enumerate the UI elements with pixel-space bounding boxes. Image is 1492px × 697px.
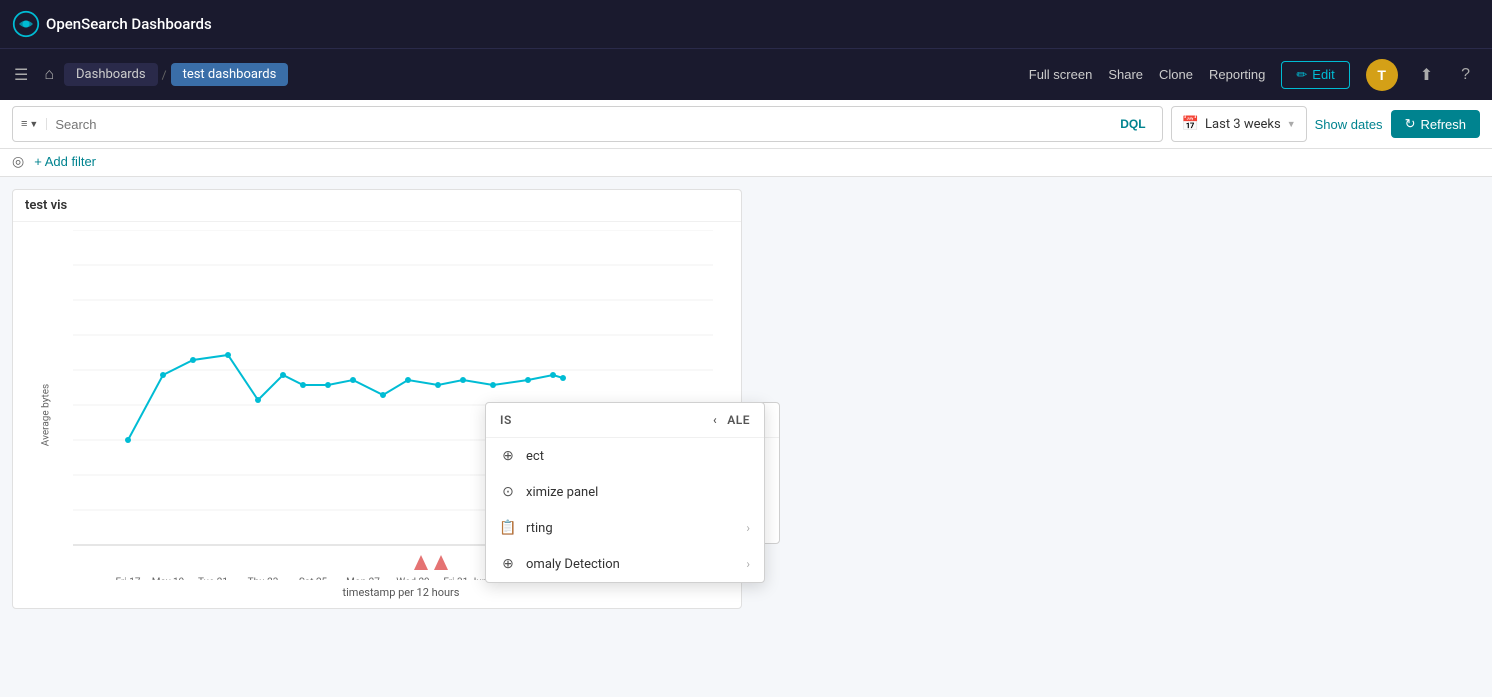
time-range-picker[interactable]: 📅 Last 3 weeks ▼ (1171, 106, 1307, 142)
refresh-button[interactable]: ↻ Refresh (1391, 110, 1480, 138)
time-range-label: Last 3 weeks (1205, 117, 1281, 132)
hamburger-icon: ☰ (14, 65, 28, 85)
panel-title: test vis (13, 190, 741, 222)
filter-options-button[interactable]: ◎ (12, 153, 24, 170)
calendar-icon: 📅 (1182, 116, 1199, 132)
main-content: test vis Average bytes (0, 177, 1492, 621)
refresh-icon: ↻ (1405, 116, 1416, 132)
breadcrumb-current[interactable]: test dashboards (171, 63, 289, 86)
chevron-down-icon: ▼ (29, 119, 38, 129)
context-menu-header-right: ‹ ALE (713, 413, 750, 427)
search-left: ≡ ▼ (21, 118, 47, 130)
context-menu-maximize[interactable]: ⊙ ximize panel (486, 474, 764, 510)
filter-icon: ≡ (21, 118, 27, 130)
share2-icon: ⬆ (1420, 65, 1433, 85)
context-menu-inspect[interactable]: ⊕ ect (486, 438, 764, 474)
share-button[interactable]: Share (1108, 67, 1143, 82)
svg-text:Fri 17: Fri 17 (116, 577, 141, 580)
add-filter-button[interactable]: + Add filter (30, 154, 96, 169)
svg-text:Tue 21: Tue 21 (198, 577, 228, 580)
home-icon: ⌂ (44, 66, 54, 84)
secondary-nav-bar: ☰ ⌂ Dashboards / test dashboards Full sc… (0, 48, 1492, 100)
context-menu-header: IS ‹ ALE (486, 403, 764, 438)
full-screen-button[interactable]: Full screen (1029, 67, 1093, 82)
search-input[interactable] (47, 117, 1112, 132)
nav-actions: Full screen Share Clone Reporting ✏ Edit… (1029, 59, 1476, 91)
filter-ring-icon: ◎ (12, 153, 24, 169)
svg-text:Wed 29: Wed 29 (396, 577, 429, 580)
reporting-menu-label: rting (526, 521, 736, 536)
context-menu-header-left: IS (500, 413, 512, 427)
top-nav-bar: OpenSearch Dashboards (0, 0, 1492, 48)
clone-button[interactable]: Clone (1159, 67, 1193, 82)
y-axis-label: Average bytes (41, 383, 52, 445)
avatar-button[interactable]: T (1366, 59, 1398, 91)
svg-text:Sat 25: Sat 25 (299, 577, 328, 580)
maximize-icon: ⊙ (500, 484, 516, 500)
context-menu: IS ‹ ALE ⊕ ect ⊙ ximize panel 📋 rting › … (485, 402, 765, 583)
help-icon-button[interactable]: ? (1455, 60, 1476, 90)
breadcrumb: Dashboards / test dashboards (64, 63, 1025, 86)
breadcrumb-separator: / (162, 68, 167, 82)
svg-text:Thu 23: Thu 23 (248, 577, 279, 580)
app-name: OpenSearch Dashboards (46, 15, 212, 33)
home-icon-button[interactable]: ⌂ (38, 60, 60, 90)
search-type-dropdown[interactable]: ≡ ▼ (21, 118, 38, 130)
dql-button[interactable]: DQL (1112, 117, 1153, 131)
x-axis-label: timestamp per 12 hours (73, 586, 729, 599)
reporting-arrow-icon: › (746, 521, 750, 535)
add-filter-row: ◎ + Add filter (0, 149, 1492, 177)
reporting-menu-icon: 📋 (500, 520, 516, 536)
svg-text:May 19: May 19 (152, 577, 185, 580)
share2-icon-button[interactable]: ⬆ (1414, 59, 1439, 91)
show-dates-button[interactable]: Show dates (1315, 117, 1383, 132)
time-picker-chevron: ▼ (1287, 119, 1296, 130)
context-menu-reporting[interactable]: 📋 rting › (486, 510, 764, 546)
reporting-button[interactable]: Reporting (1209, 67, 1265, 82)
menu-icon-button[interactable]: ☰ (8, 59, 34, 91)
anomaly-label: omaly Detection (526, 557, 736, 572)
anomaly-icon: ⊕ (500, 556, 516, 572)
edit-button[interactable]: ✏ Edit (1281, 61, 1349, 89)
context-menu-anomaly[interactable]: ⊕ omaly Detection › (486, 546, 764, 582)
help-icon: ? (1461, 66, 1470, 84)
chevron-left-icon: ‹ (713, 413, 717, 427)
maximize-label: ximize panel (526, 485, 750, 500)
search-container: ≡ ▼ DQL (12, 106, 1163, 142)
inspect-label: ect (526, 449, 750, 464)
svg-text:Mon 27: Mon 27 (346, 577, 380, 580)
context-menu-header-alert: ALE (727, 413, 750, 427)
inspect-icon: ⊕ (500, 448, 516, 464)
pencil-icon: ✏ (1296, 67, 1307, 83)
anomaly-arrow-icon: › (746, 557, 750, 571)
app-logo: OpenSearch Dashboards (12, 10, 212, 38)
filter-bar: ≡ ▼ DQL 📅 Last 3 weeks ▼ Show dates ↻ Re… (0, 100, 1492, 149)
breadcrumb-dashboards[interactable]: Dashboards (64, 63, 158, 86)
